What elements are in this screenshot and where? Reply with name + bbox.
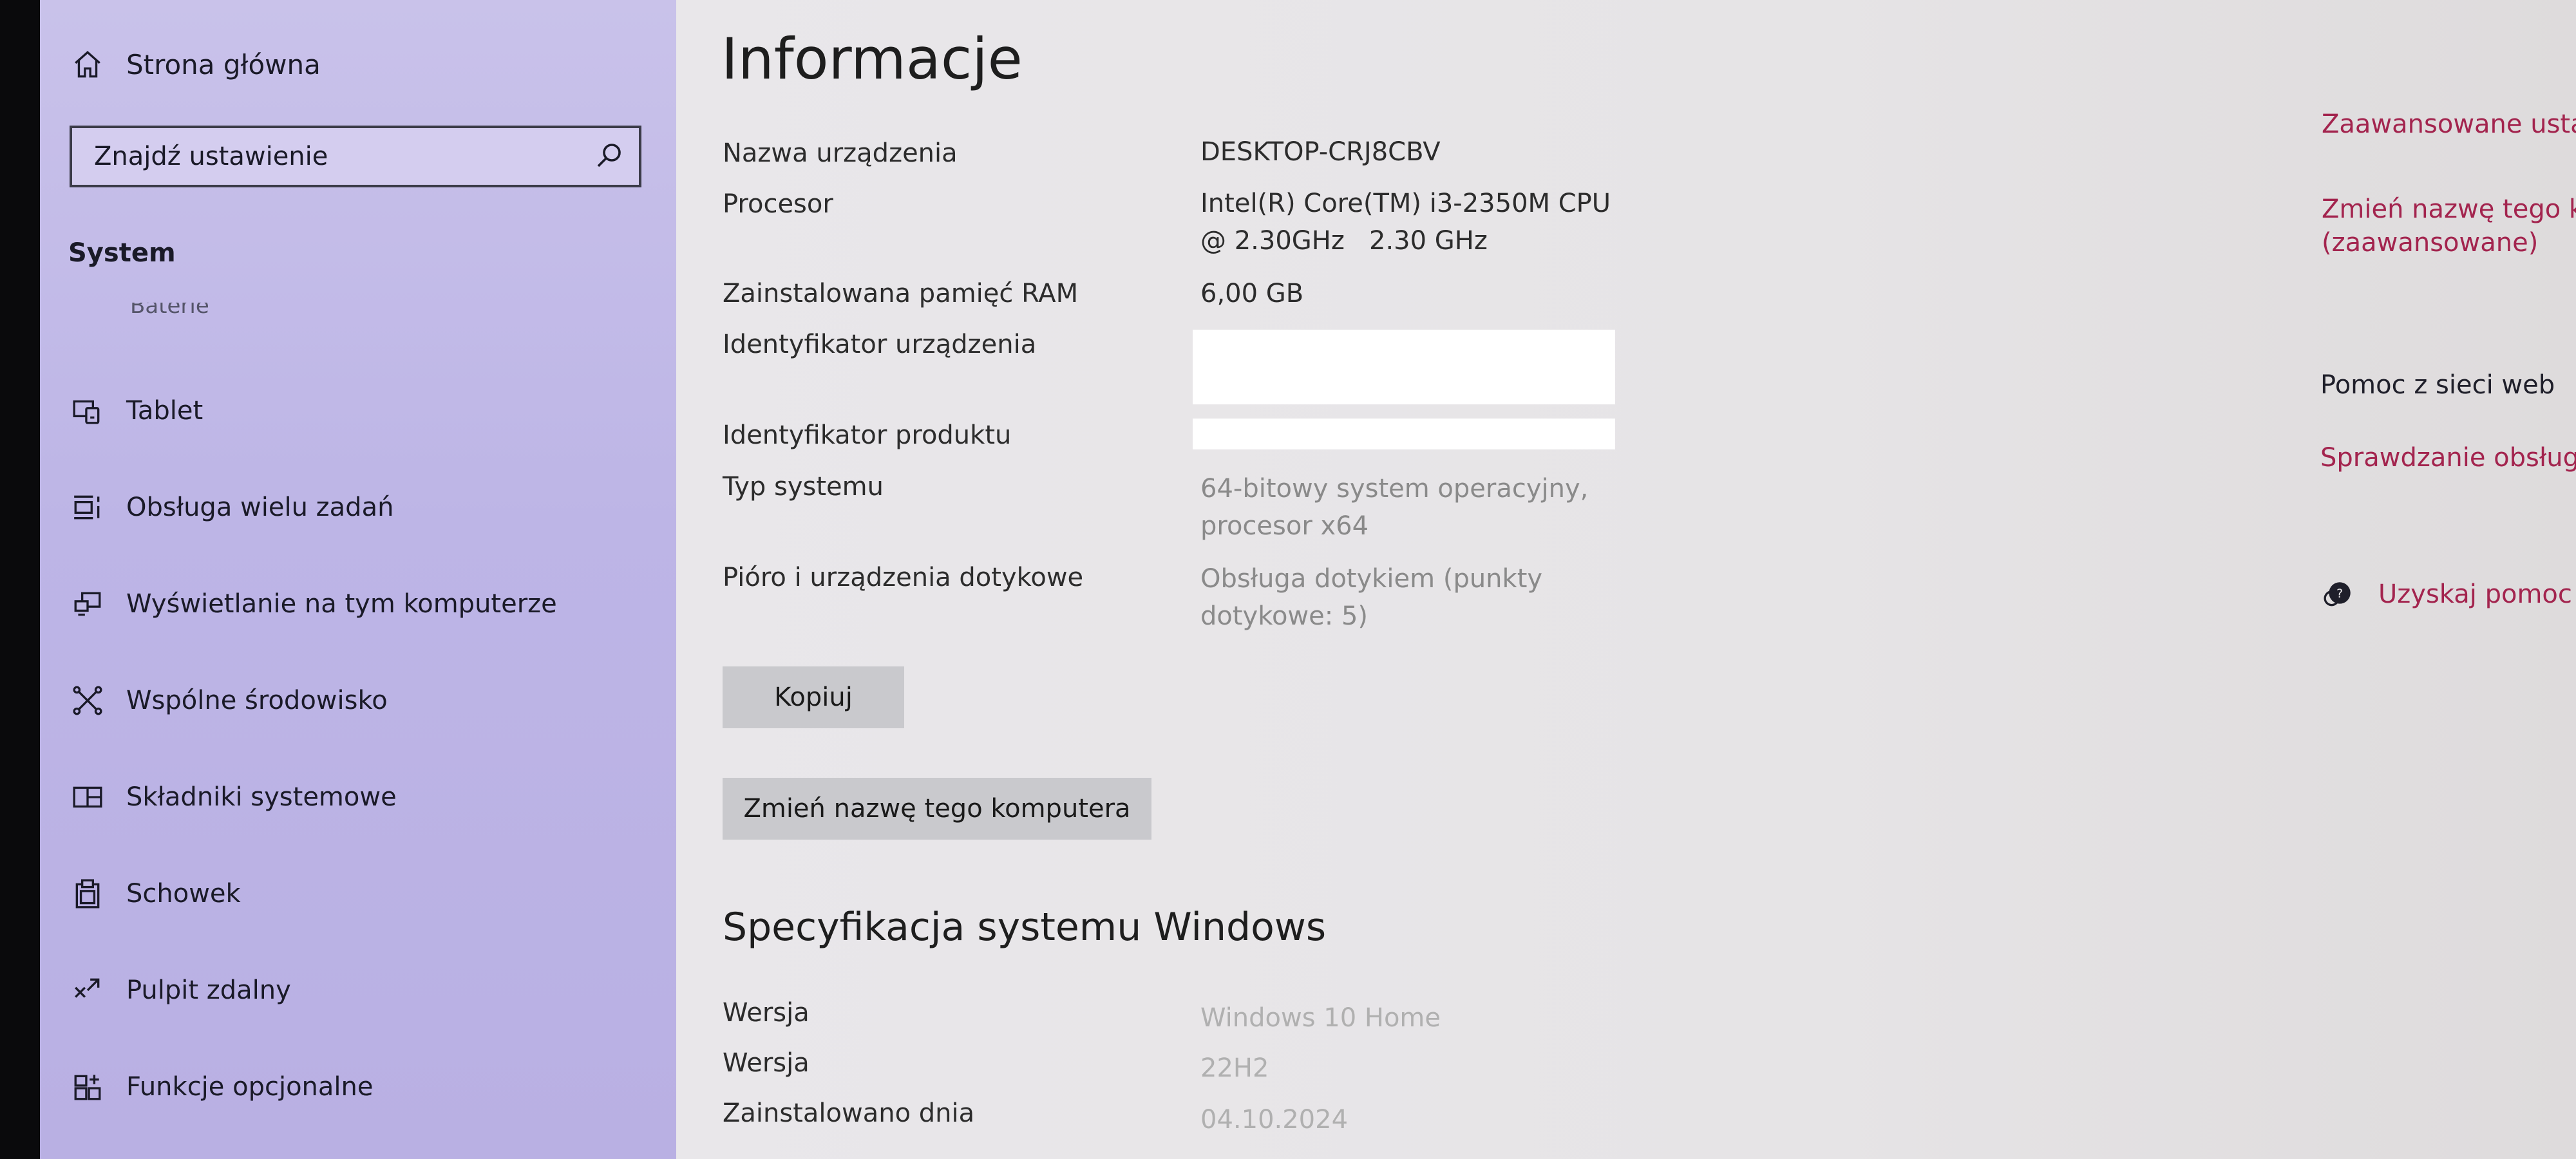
- spec-value-line: Intel(R) Core(TM) i3-2350M CPU: [1200, 189, 1611, 218]
- spec-value-ram: 6,00 GB: [1200, 275, 1303, 312]
- spec-label-device-name: Nazwa urządzenia: [723, 138, 958, 168]
- spec-value-line: @ 2.30GHz 2.30 GHz: [1200, 226, 1488, 256]
- rename-pc-button[interactable]: Zmień nazwę tego komputera: [723, 778, 1151, 840]
- multitasking-icon: [68, 488, 107, 527]
- home-icon: [68, 45, 107, 84]
- rename-advanced-line: Zmień nazwę tego kom: [2322, 194, 2576, 224]
- device-id-redaction: [1193, 330, 1615, 404]
- clipboard-icon: [68, 874, 107, 913]
- copy-button[interactable]: Kopiuj: [723, 666, 904, 728]
- sidebar-item-system-components[interactable]: Składniki systemowe: [68, 771, 397, 823]
- sidebar-item-remote-desktop[interactable]: Pulpit zdalny: [68, 965, 291, 1016]
- svg-text:?: ?: [2336, 587, 2343, 601]
- rename-advanced-link[interactable]: Zmień nazwę tego kom (zaawansowane): [2322, 194, 2576, 258]
- spec-label-ram: Zainstalowana pamięć RAM: [723, 279, 1079, 308]
- main-content: Informacje Nazwa urządzenia DESKTOP-CRJ8…: [676, 0, 2576, 1159]
- search-input[interactable]: [93, 141, 594, 172]
- advanced-settings-link[interactable]: Zaawansowane ustawie: [2322, 109, 2576, 139]
- home-label: Strona główna: [126, 48, 321, 80]
- spec-value-line: procesor x64: [1200, 511, 1369, 541]
- get-help-link[interactable]: ? Uzyskaj pomoc: [2320, 576, 2572, 612]
- spec-label-product-id: Identyfikator produktu: [723, 420, 1012, 450]
- sidebar-item-label: Składniki systemowe: [126, 782, 397, 812]
- remote-desktop-icon: [68, 971, 107, 1010]
- projecting-icon: [68, 585, 107, 623]
- sidebar-item-label: Tablet: [126, 396, 204, 426]
- spec-value-line: Obsługa dotykiem (punkty: [1200, 564, 1543, 594]
- check-support-link[interactable]: Sprawdzanie obsługi w: [2320, 443, 2576, 473]
- sidebar-item-label: Pulpit zdalny: [126, 975, 291, 1005]
- chat-help-icon: ?: [2320, 576, 2356, 612]
- search-box[interactable]: [70, 126, 641, 187]
- spec-value-line: DESKTOP-CRJ8CBV: [1200, 137, 1441, 167]
- sidebar-item-label: Wyświetlanie na tym komputerze: [126, 589, 557, 619]
- sidebar-item-shared-experiences[interactable]: Wspólne środowisko: [68, 675, 388, 726]
- page-title: Informacje: [721, 26, 1023, 92]
- spec-value-pen-touch: Obsługa dotykiem (punkty dotykowe: 5): [1200, 560, 1542, 635]
- spec-value-line: dotykowe: 5): [1200, 601, 1368, 631]
- spec-label-pen-touch: Pióro i urządzenia dotykowe: [723, 563, 1084, 592]
- section-title-system: System: [68, 238, 176, 268]
- spec-value-line: 64-bitowy system operacyjny,: [1200, 474, 1589, 504]
- sidebar-item-clipboard[interactable]: Schowek: [68, 868, 241, 919]
- tablet-icon: [68, 391, 107, 430]
- win-spec-value-edition: Windows 10 Home: [1200, 1003, 1441, 1033]
- settings-window: Strona główna System Baterie Tablet: [40, 0, 2576, 1159]
- spec-label-processor: Procesor: [723, 189, 833, 219]
- sidebar-item-projecting[interactable]: Wyświetlanie na tym komputerze: [68, 578, 557, 630]
- win-spec-label-installed-on: Zainstalowano dnia: [723, 1098, 975, 1128]
- spec-label-system-type: Typ systemu: [723, 472, 884, 502]
- system-components-icon: [68, 778, 107, 816]
- search-icon[interactable]: [594, 140, 625, 173]
- sidebar-item-battery-partial[interactable]: Baterie: [130, 303, 209, 317]
- home-link[interactable]: Strona główna: [68, 45, 321, 84]
- win-spec-value-version: 22H2: [1200, 1053, 1269, 1083]
- get-help-label: Uzyskaj pomoc: [2378, 580, 2572, 609]
- spec-value-processor: Intel(R) Core(TM) i3-2350M CPU @ 2.30GHz…: [1200, 185, 1611, 259]
- web-help-heading: Pomoc z sieci web: [2320, 370, 2555, 400]
- spec-value-line: 6,00 GB: [1200, 279, 1304, 308]
- optional-features-icon: [68, 1068, 107, 1106]
- sidebar: Strona główna System Baterie Tablet: [40, 0, 676, 1159]
- spec-label-device-id: Identyfikator urządzenia: [723, 330, 1037, 359]
- win-spec-label-edition: Wersja: [723, 998, 810, 1028]
- win-spec-label-version: Wersja: [723, 1048, 810, 1078]
- sidebar-item-label: Funkcje opcjonalne: [126, 1072, 374, 1102]
- sidebar-item-label: Schowek: [126, 879, 241, 909]
- sidebar-item-label: Obsługa wielu zadań: [126, 493, 394, 522]
- windows-spec-title: Specyfikacja systemu Windows: [723, 905, 1327, 950]
- sidebar-item-multitasking[interactable]: Obsługa wielu zadań: [68, 482, 393, 533]
- sidebar-item-label: Wspólne środowisko: [126, 686, 388, 715]
- shared-experiences-icon: [68, 681, 107, 720]
- spec-value-system-type: 64-bitowy system operacyjny, procesor x6…: [1200, 470, 1588, 545]
- rename-advanced-line: (zaawansowane): [2322, 228, 2539, 258]
- sidebar-item-optional-features[interactable]: Funkcje opcjonalne: [68, 1061, 374, 1113]
- spec-value-device-name: DESKTOP-CRJ8CBV: [1200, 133, 1441, 171]
- sidebar-item-tablet[interactable]: Tablet: [68, 385, 203, 437]
- win-spec-value-installed-on: 04.10.2024: [1200, 1105, 1349, 1135]
- product-id-redaction: [1193, 419, 1615, 449]
